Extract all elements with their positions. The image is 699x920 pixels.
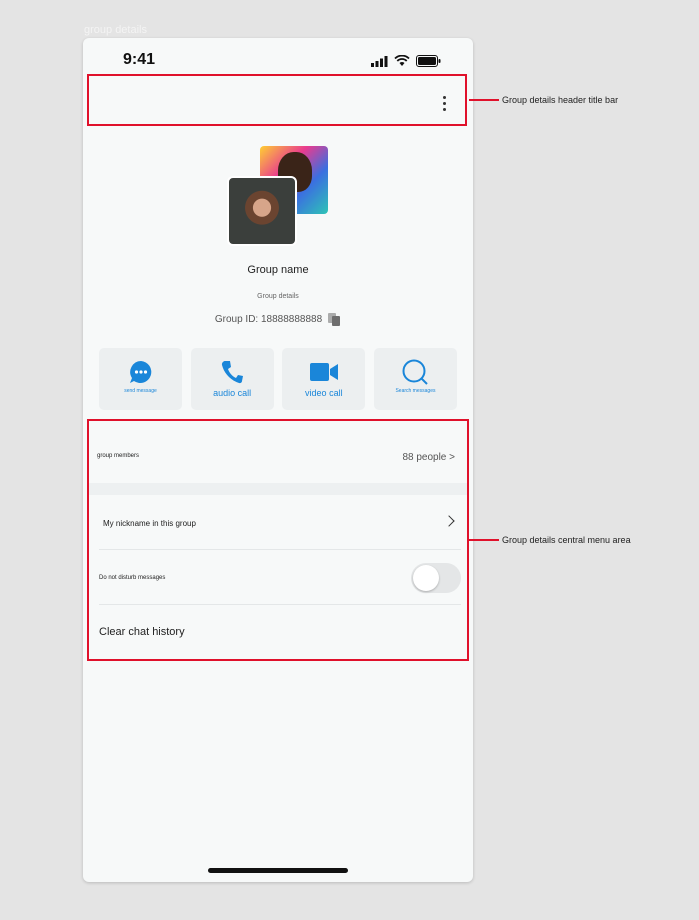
status-icons	[371, 55, 441, 67]
header-title-bar	[87, 74, 467, 126]
do-not-disturb-toggle[interactable]	[411, 563, 461, 593]
group-details: Group details	[257, 293, 299, 300]
central-menu-area: group members 88 people > My nickname in…	[87, 419, 469, 661]
toggle-knob	[413, 565, 439, 591]
group-name: Group name	[247, 264, 309, 276]
send-message-label: send message	[124, 388, 157, 394]
chevron-right-icon	[443, 515, 455, 527]
clear-chat-history-row[interactable]: Clear chat history	[89, 605, 467, 659]
quick-actions: send message audio call video call Searc…	[99, 348, 457, 410]
home-indicator	[208, 868, 348, 873]
send-message-button[interactable]: send message	[99, 348, 182, 410]
status-bar: 9:41	[83, 38, 473, 74]
audio-call-label: audio call	[213, 388, 252, 398]
group-members-count: 88 people >	[402, 452, 455, 463]
group-avatar	[227, 146, 331, 248]
menu-annotation: Group details central menu area	[469, 535, 631, 545]
phone-icon	[222, 361, 244, 384]
nickname-label: My nickname in this group	[103, 519, 196, 528]
group-id: Group ID: 18888888888	[83, 313, 473, 326]
audio-call-button[interactable]: audio call	[190, 348, 274, 410]
copy-icon[interactable]	[328, 313, 341, 326]
group-members-row[interactable]: group members 88 people >	[89, 421, 467, 483]
member-avatar-front	[227, 176, 297, 246]
video-call-label: video call	[305, 388, 343, 398]
status-time: 9:41	[123, 51, 156, 68]
section-divider	[89, 483, 467, 495]
clear-chat-history-label: Clear chat history	[99, 626, 185, 638]
more-vertical-icon[interactable]	[443, 96, 447, 114]
wifi-icon	[394, 55, 410, 66]
do-not-disturb-label: Do not disturb messages	[99, 575, 166, 581]
do-not-disturb-row: Do not disturb messages	[89, 550, 467, 604]
header-annotation-text: Group details header title bar	[502, 95, 619, 105]
nickname-row[interactable]: My nickname in this group	[89, 495, 467, 549]
video-call-button[interactable]: video call	[282, 348, 366, 410]
search-icon	[402, 359, 429, 385]
menu-annotation-text: Group details central menu area	[502, 535, 631, 545]
battery-icon	[416, 55, 441, 67]
group-members-label: group members	[97, 453, 140, 459]
search-messages-label: Search messages	[395, 388, 436, 394]
phone-screen: 9:41 Group name Group details Group ID: …	[83, 38, 473, 882]
search-messages-button[interactable]: Search messages	[373, 348, 457, 410]
chat-bubble-icon	[129, 361, 151, 383]
group-id-text: Group ID: 18888888888	[214, 314, 323, 325]
video-camera-icon	[309, 363, 338, 381]
canvas-label: group details	[84, 24, 147, 36]
signal-icon	[371, 55, 388, 67]
header-annotation: Group details header title bar	[469, 95, 618, 105]
